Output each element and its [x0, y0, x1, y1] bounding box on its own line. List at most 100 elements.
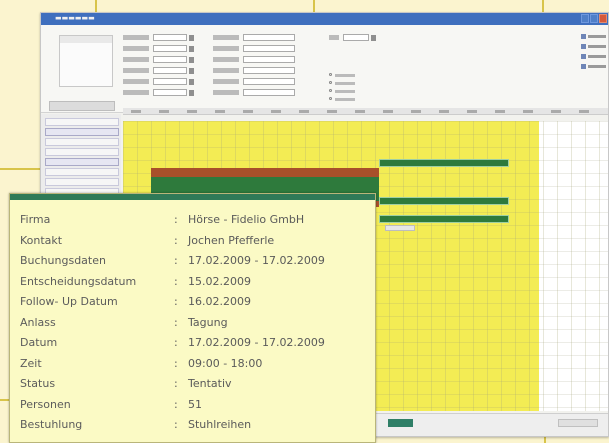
booking-bar[interactable] — [151, 177, 379, 189]
popup-separator: : — [174, 397, 178, 411]
filter-input[interactable] — [153, 89, 187, 96]
popup-value: 51 — [188, 397, 202, 411]
popup-key: Buchungsdaten — [20, 254, 106, 267]
chevron-down-icon[interactable] — [189, 68, 194, 74]
time-tick — [495, 110, 505, 113]
popup-key: Entscheidungsdatum — [20, 274, 137, 288]
filter-label — [213, 68, 239, 73]
filter-input[interactable] — [243, 89, 295, 96]
room-list-item[interactable] — [45, 158, 119, 166]
filter-input[interactable] — [343, 34, 369, 41]
chevron-down-icon[interactable] — [189, 35, 194, 41]
radio-button[interactable] — [329, 89, 332, 92]
radio-button[interactable] — [329, 73, 332, 76]
export-button[interactable] — [581, 53, 607, 60]
popup-value: Hörse - Fidelio GmbH — [188, 213, 305, 226]
radio-label — [335, 82, 355, 85]
button-label — [588, 55, 606, 58]
chevron-down-icon[interactable] — [189, 46, 194, 52]
filter-label — [123, 35, 149, 40]
settings-icon — [581, 64, 586, 69]
filter-input[interactable] — [153, 45, 187, 52]
filter-label — [213, 90, 239, 95]
filter-input[interactable] — [153, 78, 187, 85]
chevron-down-icon[interactable] — [189, 90, 194, 96]
filter-label — [123, 46, 149, 51]
popup-separator: : — [174, 377, 178, 390]
popup-key: Bestuhlung — [20, 418, 83, 431]
booking-bar[interactable] — [379, 197, 509, 205]
mini-calendar-header — [60, 36, 112, 43]
popup-key: Status — [20, 377, 56, 390]
popup-value: Stuhlreihen — [188, 418, 252, 431]
chevron-down-icon[interactable] — [371, 35, 376, 41]
filter-input[interactable] — [153, 67, 187, 74]
filter-label — [213, 79, 239, 84]
filter-input[interactable] — [243, 34, 295, 41]
print-icon — [581, 34, 586, 39]
popup-value: 16.02.2009 — [188, 295, 251, 308]
horizontal-scroll-thumb[interactable] — [388, 419, 413, 427]
status-radio-group — [329, 73, 399, 113]
popup-value: Jochen Pfefferle — [188, 233, 275, 247]
room-list-item[interactable] — [45, 148, 119, 156]
popup-separator: : — [174, 315, 178, 329]
filter-label — [123, 90, 149, 95]
booking-bar[interactable] — [379, 215, 509, 223]
booking-bar[interactable] — [379, 159, 509, 167]
export-icon — [581, 54, 586, 59]
time-scale-header — [123, 108, 608, 115]
popup-key: Firma — [20, 213, 51, 226]
time-tick — [355, 110, 365, 113]
filter-label — [213, 46, 239, 51]
filter-input[interactable] — [243, 45, 295, 52]
time-tick — [439, 110, 449, 113]
time-tick — [215, 110, 225, 113]
popup-value: 17.02.2009 - 17.02.2009 — [188, 336, 325, 349]
radio-button[interactable] — [329, 81, 332, 84]
time-tick — [579, 110, 589, 113]
popup-separator: : — [174, 295, 178, 308]
room-list-item[interactable] — [45, 138, 119, 146]
close-icon[interactable] — [599, 14, 607, 23]
filter-label — [329, 35, 339, 40]
filter-input[interactable] — [153, 56, 187, 63]
filter-input[interactable] — [243, 56, 295, 63]
popup-separator: : — [174, 274, 178, 288]
minimize-icon[interactable] — [581, 14, 589, 23]
filter-input[interactable] — [153, 34, 187, 41]
room-list-item[interactable] — [45, 178, 119, 186]
print-button[interactable] — [581, 33, 607, 40]
room-list-item[interactable] — [45, 128, 119, 136]
popup-separator: : — [174, 233, 178, 247]
filter-label — [123, 79, 149, 84]
popup-value: 15.02.2009 — [188, 274, 251, 288]
filter-input[interactable] — [243, 78, 295, 85]
time-tick — [467, 110, 477, 113]
time-tick — [411, 110, 421, 113]
popup-key: Kontakt — [20, 233, 63, 247]
maximize-icon[interactable] — [590, 14, 598, 23]
settings-button[interactable] — [581, 63, 607, 70]
room-list-item[interactable] — [45, 168, 119, 176]
refresh-button[interactable] — [581, 43, 607, 50]
week-select[interactable] — [49, 101, 115, 111]
chevron-down-icon[interactable] — [189, 57, 194, 63]
time-tick — [551, 110, 561, 113]
filter-label — [123, 68, 149, 73]
radio-label — [335, 98, 355, 101]
filter-input[interactable] — [243, 67, 295, 74]
time-tick — [187, 110, 197, 113]
mini-calendar[interactable] — [59, 35, 113, 87]
chevron-down-icon[interactable] — [189, 79, 194, 85]
page-nav-arrows[interactable] — [558, 419, 598, 427]
window-titlebar[interactable]: ▬▬▬▬▬▬ — [41, 13, 608, 25]
radio-button[interactable] — [329, 97, 332, 100]
booking-label[interactable] — [385, 225, 415, 231]
popup-key: Anlass — [20, 315, 56, 329]
popup-key: Personen — [20, 397, 71, 411]
radio-label — [335, 74, 355, 77]
booking-bar[interactable] — [151, 168, 379, 177]
time-tick — [243, 110, 253, 113]
room-list-item[interactable] — [45, 118, 119, 126]
